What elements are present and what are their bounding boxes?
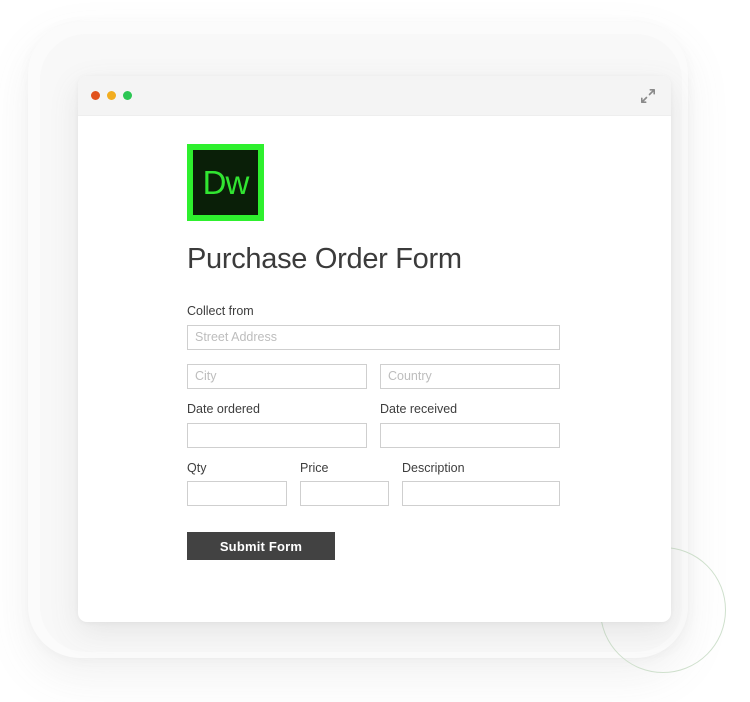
date-ordered-label-wrap: Date ordered	[187, 401, 367, 423]
dreamweaver-logo-icon: Dw	[187, 144, 264, 221]
description-label: Description	[402, 460, 465, 475]
date-received-label: Date received	[380, 401, 458, 416]
logo-text: Dw	[202, 164, 250, 201]
price-wrap	[300, 481, 389, 507]
date-received-label-wrap: Date received	[380, 401, 560, 423]
price-label: Price	[300, 460, 329, 475]
city-country-row	[187, 363, 639, 389]
city-input[interactable]	[187, 363, 367, 389]
item-inputs-row	[187, 481, 639, 507]
date-ordered-label: Date ordered	[187, 401, 260, 416]
form-container: Dw Purchase Order Form Collect from Date…	[78, 144, 671, 561]
date-ordered-input[interactable]	[187, 422, 367, 448]
date-inputs-row	[187, 422, 639, 448]
page-title: Purchase Order Form	[187, 243, 462, 275]
submit-form-button[interactable]: Submit Form	[187, 532, 335, 561]
expand-icon[interactable]	[639, 87, 657, 105]
description-input[interactable]	[402, 481, 560, 507]
minimize-icon[interactable]	[107, 91, 116, 100]
street-address-input[interactable]	[187, 324, 560, 350]
date-received-wrap	[380, 422, 560, 448]
window-body: Dw Purchase Order Form Collect from Date…	[78, 116, 671, 561]
price-label-wrap: Price	[300, 460, 389, 482]
qty-wrap	[187, 481, 287, 507]
qty-label: Qty	[187, 460, 207, 475]
collect-from-label: Collect from	[187, 304, 254, 318]
date-labels-row: Date ordered Date received	[187, 401, 639, 423]
date-ordered-wrap	[187, 422, 367, 448]
close-icon[interactable]	[91, 91, 100, 100]
date-received-input[interactable]	[380, 422, 560, 448]
description-wrap	[402, 481, 560, 507]
browser-window: Dw Purchase Order Form Collect from Date…	[78, 76, 671, 622]
country-input[interactable]	[380, 363, 560, 389]
item-labels-row: Qty Price Description	[187, 460, 639, 482]
logo-inner: Dw	[193, 150, 258, 215]
window-titlebar	[78, 76, 671, 116]
window-controls	[91, 91, 132, 100]
qty-label-wrap: Qty	[187, 460, 287, 482]
price-input[interactable]	[300, 481, 389, 507]
collect-from-group: Collect from	[187, 304, 639, 364]
maximize-icon[interactable]	[123, 91, 132, 100]
qty-input[interactable]	[187, 481, 287, 507]
description-label-wrap: Description	[402, 460, 560, 482]
